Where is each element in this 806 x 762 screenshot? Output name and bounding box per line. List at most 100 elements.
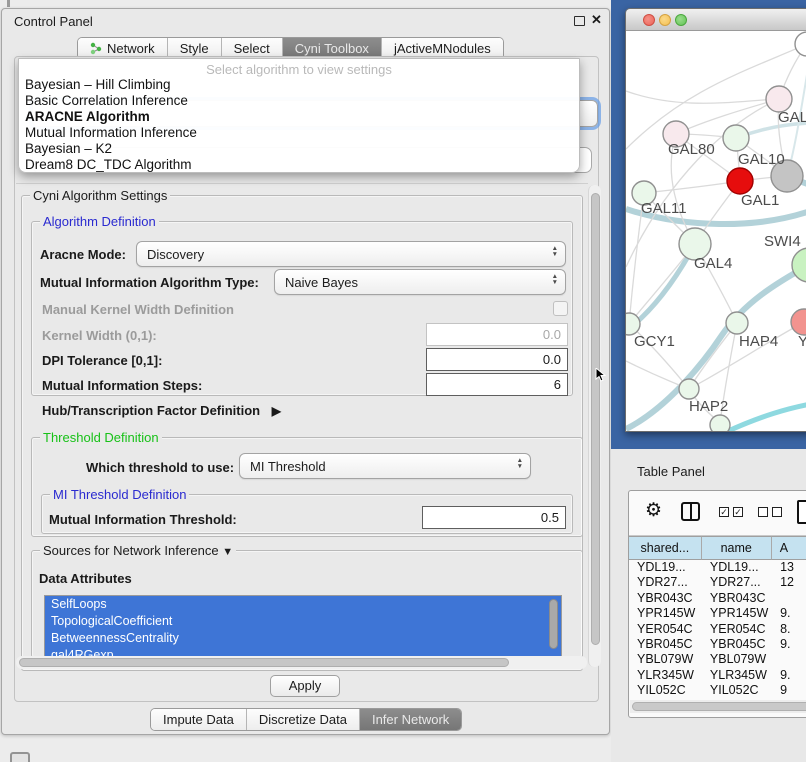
aracne-mode-combo[interactable]: Discovery ▲▼ (136, 241, 566, 267)
table-cell[interactable]: 12 (772, 575, 806, 590)
scrollbar-thumb[interactable] (632, 702, 806, 711)
settings-horizontal-scrollbar[interactable] (16, 656, 587, 669)
mi-algorithm-type-combo[interactable]: Naive Bayes ▲▼ (274, 269, 566, 295)
mi-threshold-field[interactable]: 0.5 (422, 506, 566, 529)
scrollbar-thumb[interactable] (19, 658, 509, 667)
table-cell[interactable]: YDL19... (702, 560, 772, 575)
mi-steps-field[interactable]: 6 (426, 373, 568, 396)
field-value: 0.0 (543, 327, 561, 342)
node-swi4[interactable] (792, 248, 806, 282)
table-cell[interactable]: YDR27... (629, 575, 702, 590)
table-cell[interactable]: YIL052C (702, 683, 772, 698)
table-cell[interactable]: YIL052C (629, 683, 702, 698)
column-header[interactable]: A (772, 536, 806, 560)
table-cell[interactable]: YBL079W (629, 652, 702, 667)
menu-item[interactable]: Mutual Information Inference (19, 125, 579, 141)
menu-item[interactable]: Bayesian – Hill Climbing (19, 77, 579, 93)
table-cell[interactable]: 9. (772, 637, 806, 652)
minimize-traffic-light[interactable] (659, 14, 671, 26)
table-row[interactable]: YPR145W YPR145W 9. (629, 606, 806, 621)
network-window-titlebar[interactable] (626, 9, 806, 31)
menu-item-selected[interactable]: ARACNE Algorithm (19, 109, 579, 125)
table-row[interactable]: YBL079W YBL079W (629, 652, 806, 667)
algorithm-dropdown-popup: Select algorithm to view settings Bayesi… (18, 58, 580, 173)
close-traffic-light[interactable] (643, 14, 655, 26)
hub-definition-disclosure[interactable]: Hub/Transcription Factor Definition ▶ (42, 403, 281, 418)
list-item[interactable]: BetweennessCentrality (45, 630, 561, 647)
menu-item[interactable]: Dream8 DC_TDC Algorithm (19, 157, 579, 173)
table-cell[interactable]: YBR045C (702, 637, 772, 652)
gear-icon[interactable]: ⚙ (645, 499, 662, 522)
node-gal10[interactable] (723, 125, 749, 151)
table-cell[interactable]: 9. (772, 668, 806, 683)
column-header[interactable]: name (702, 536, 772, 560)
table-cell[interactable] (772, 591, 806, 606)
node-partial-bottom[interactable] (710, 415, 730, 432)
application-root: Control Panel ✕ Network Style Select (0, 0, 806, 762)
zoom-traffic-light[interactable] (675, 14, 687, 26)
which-threshold-combo[interactable]: MI Threshold ▲▼ (239, 453, 531, 479)
menu-item[interactable]: Bayesian – K2 (19, 141, 579, 157)
group-title: Sources for Network Inference ▼ (40, 543, 236, 558)
node-salmon[interactable] (791, 309, 806, 335)
table-row[interactable]: YIL052C YIL052C 9 (629, 683, 806, 698)
deselect-all-icon[interactable] (758, 507, 782, 517)
select-all-icon[interactable]: ✓ ✓ (719, 507, 743, 517)
node-gal1[interactable] (727, 168, 753, 194)
combo-arrows-icon: ▲▼ (552, 246, 558, 257)
node-label: HAP2 (689, 398, 728, 415)
scrollbar-thumb[interactable] (591, 193, 600, 645)
table-cell[interactable]: YPR145W (702, 606, 772, 621)
table-row[interactable]: YLR345W YLR345W 9. (629, 668, 806, 683)
table-cell[interactable]: YPR145W (629, 606, 702, 621)
settings-vertical-scrollbar[interactable] (588, 185, 601, 667)
node-table: shared... name A YDL19... YDL19... 13 YD… (629, 536, 806, 699)
tab-impute-data[interactable]: Impute Data (151, 709, 247, 730)
table-cell[interactable]: YLR345W (702, 668, 772, 683)
tab-discretize-data[interactable]: Discretize Data (247, 709, 360, 730)
node-hap4[interactable] (726, 312, 748, 334)
table-cell[interactable]: YBR043C (702, 591, 772, 606)
minimized-window-icon[interactable] (10, 752, 30, 762)
table-row[interactable]: YBR043C YBR043C (629, 591, 806, 606)
data-attributes-list: SelfLoops TopologicalCoefficient Between… (44, 595, 562, 663)
column-visibility-icon[interactable] (681, 502, 700, 521)
table-row[interactable]: YDR27... YDR27... 12 (629, 575, 806, 590)
table-cell[interactable]: 8. (772, 622, 806, 637)
table-cell[interactable]: 9. (772, 606, 806, 621)
dpi-tolerance-field[interactable]: 0.0 (426, 348, 568, 371)
table-cell[interactable]: YBL079W (702, 652, 772, 667)
list-item[interactable]: SelfLoops (45, 596, 561, 613)
list-item[interactable]: TopologicalCoefficient (45, 613, 561, 630)
table-cell[interactable]: YDR27... (702, 575, 772, 590)
table-cell[interactable]: 13 (772, 560, 806, 575)
table-cell[interactable]: YLR345W (629, 668, 702, 683)
table-cell[interactable]: YBR043C (629, 591, 702, 606)
table-row[interactable]: YDL19... YDL19... 13 (629, 560, 806, 575)
table-cell[interactable]: YDL19... (629, 560, 702, 575)
triangle-right-icon[interactable]: ▶ (272, 404, 281, 418)
node-hap2[interactable] (679, 379, 699, 399)
table-cell[interactable]: YER054C (702, 622, 772, 637)
tab-infer-network[interactable]: Infer Network (360, 709, 461, 730)
node-partial-top[interactable] (795, 32, 806, 56)
table-cell[interactable]: YER054C (629, 622, 702, 637)
column-header[interactable]: shared... (629, 536, 702, 560)
table-horizontal-scrollbar[interactable] (630, 700, 806, 713)
table-cell[interactable]: 9 (772, 683, 806, 698)
document-icon[interactable] (797, 500, 806, 524)
table-row[interactable]: YER054C YER054C 8. (629, 622, 806, 637)
tab-label: Discretize Data (259, 712, 347, 727)
table-cell[interactable] (772, 652, 806, 667)
menu-item[interactable]: Basic Correlation Inference (19, 93, 579, 109)
list-scrollbar-thumb[interactable] (549, 599, 558, 649)
network-canvas[interactable]: GAL GAL80 GAL10 GAL1 GAL11 SWI4 GAL4 GCY… (626, 31, 806, 432)
table-row[interactable]: YBR045C YBR045C 9. (629, 637, 806, 652)
mouse-cursor (595, 368, 607, 382)
triangle-down-icon[interactable]: ▼ (222, 546, 233, 558)
apply-button[interactable]: Apply (270, 675, 340, 697)
manual-kernel-width-checkbox[interactable] (553, 301, 568, 316)
kernel-width-field[interactable]: 0.0 (426, 323, 568, 346)
field-value: 0.0 (543, 352, 561, 367)
table-cell[interactable]: YBR045C (629, 637, 702, 652)
